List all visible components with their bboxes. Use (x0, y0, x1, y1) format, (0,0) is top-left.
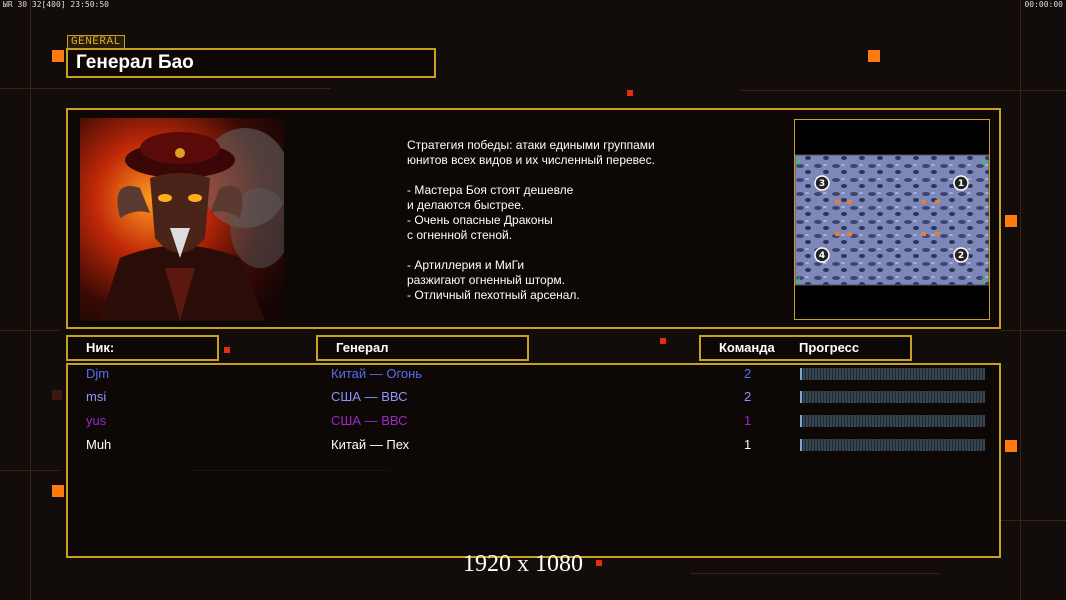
hud-clock: 00:00:00 (1024, 0, 1063, 9)
player-general: США — ВВС (331, 413, 408, 428)
player-progress-fill (800, 439, 802, 451)
player-general: США — ВВС (331, 389, 408, 404)
player-progress-bar (800, 368, 985, 380)
bg-line (30, 0, 31, 600)
bg-square (627, 90, 633, 96)
player-progress-bar (800, 391, 985, 403)
header-general-label: Генерал (336, 340, 389, 355)
hud-stats: ЫR 30 32[400] 23:50:50 (3, 0, 109, 9)
header-progress-label: Прогресс (799, 340, 860, 355)
general-portrait-image (80, 118, 284, 321)
player-progress-fill (800, 368, 802, 380)
minimap-start-1: 1 (958, 179, 964, 189)
player-row: Djm Китай — Огонь 2 (86, 365, 986, 385)
player-row: Muh Китай — Пех 1 (86, 436, 986, 456)
svg-text:$: $ (981, 158, 985, 166)
bg-line (0, 88, 330, 89)
bg-line (1020, 0, 1021, 600)
player-general: Китай — Пех (331, 437, 410, 452)
player-nick: msi (86, 389, 107, 404)
bg-square (1005, 215, 1017, 227)
minimap-image: $ $ $ $ 1 2 3 4 (794, 154, 990, 286)
header-team-label: Команда (719, 340, 775, 355)
bg-square (596, 560, 602, 566)
bg-line (1000, 330, 1066, 331)
player-nick: Muh (86, 437, 112, 452)
header-general: Генерал (316, 335, 529, 361)
general-title: Генерал Бао (66, 48, 436, 78)
player-team: 2 (744, 389, 752, 404)
player-progress-fill (800, 415, 802, 427)
svg-text:$: $ (981, 276, 985, 284)
resolution-label: 1920 x 1080 (463, 551, 583, 577)
bg-square (52, 390, 62, 400)
player-progress-fill (800, 391, 802, 403)
bg-line (1000, 520, 1066, 521)
minimap-start-2: 2 (958, 251, 964, 261)
player-team: 2 (744, 366, 752, 381)
general-tag: GENERAL (67, 35, 125, 49)
player-progress-bar (800, 415, 985, 427)
minimap-start-4: 4 (819, 251, 825, 261)
minimap-start-3: 3 (819, 179, 825, 189)
player-nick: Djm (86, 366, 110, 381)
minimap[interactable]: $ $ $ $ 1 2 3 4 (794, 119, 990, 320)
player-general: Китай — Огонь (331, 366, 423, 381)
svg-text:$: $ (797, 276, 801, 284)
player-progress-bar (800, 439, 985, 451)
general-name: Генерал Бао (76, 52, 194, 73)
player-row: yus США — ВВС 1 (86, 412, 986, 432)
general-portrait (80, 118, 284, 321)
general-description: Стратегия победы: атаки едиными группами… (407, 138, 655, 302)
header-team-progress: Команда Прогресс (699, 335, 912, 361)
bg-square (224, 347, 230, 353)
bg-square (868, 50, 880, 62)
header-nick-label: Ник: (86, 340, 115, 355)
player-nick: yus (86, 413, 107, 428)
player-team: 1 (744, 437, 752, 452)
bg-square (52, 50, 64, 62)
svg-text:$: $ (797, 158, 801, 166)
bg-line (740, 90, 1066, 91)
bg-square (660, 338, 666, 344)
header-nick: Ник: (66, 335, 219, 361)
bg-line (690, 573, 940, 574)
bg-square (52, 485, 64, 497)
player-team: 1 (744, 413, 752, 428)
player-row: msi США — ВВС 2 (86, 388, 986, 408)
bg-square (1005, 440, 1017, 452)
